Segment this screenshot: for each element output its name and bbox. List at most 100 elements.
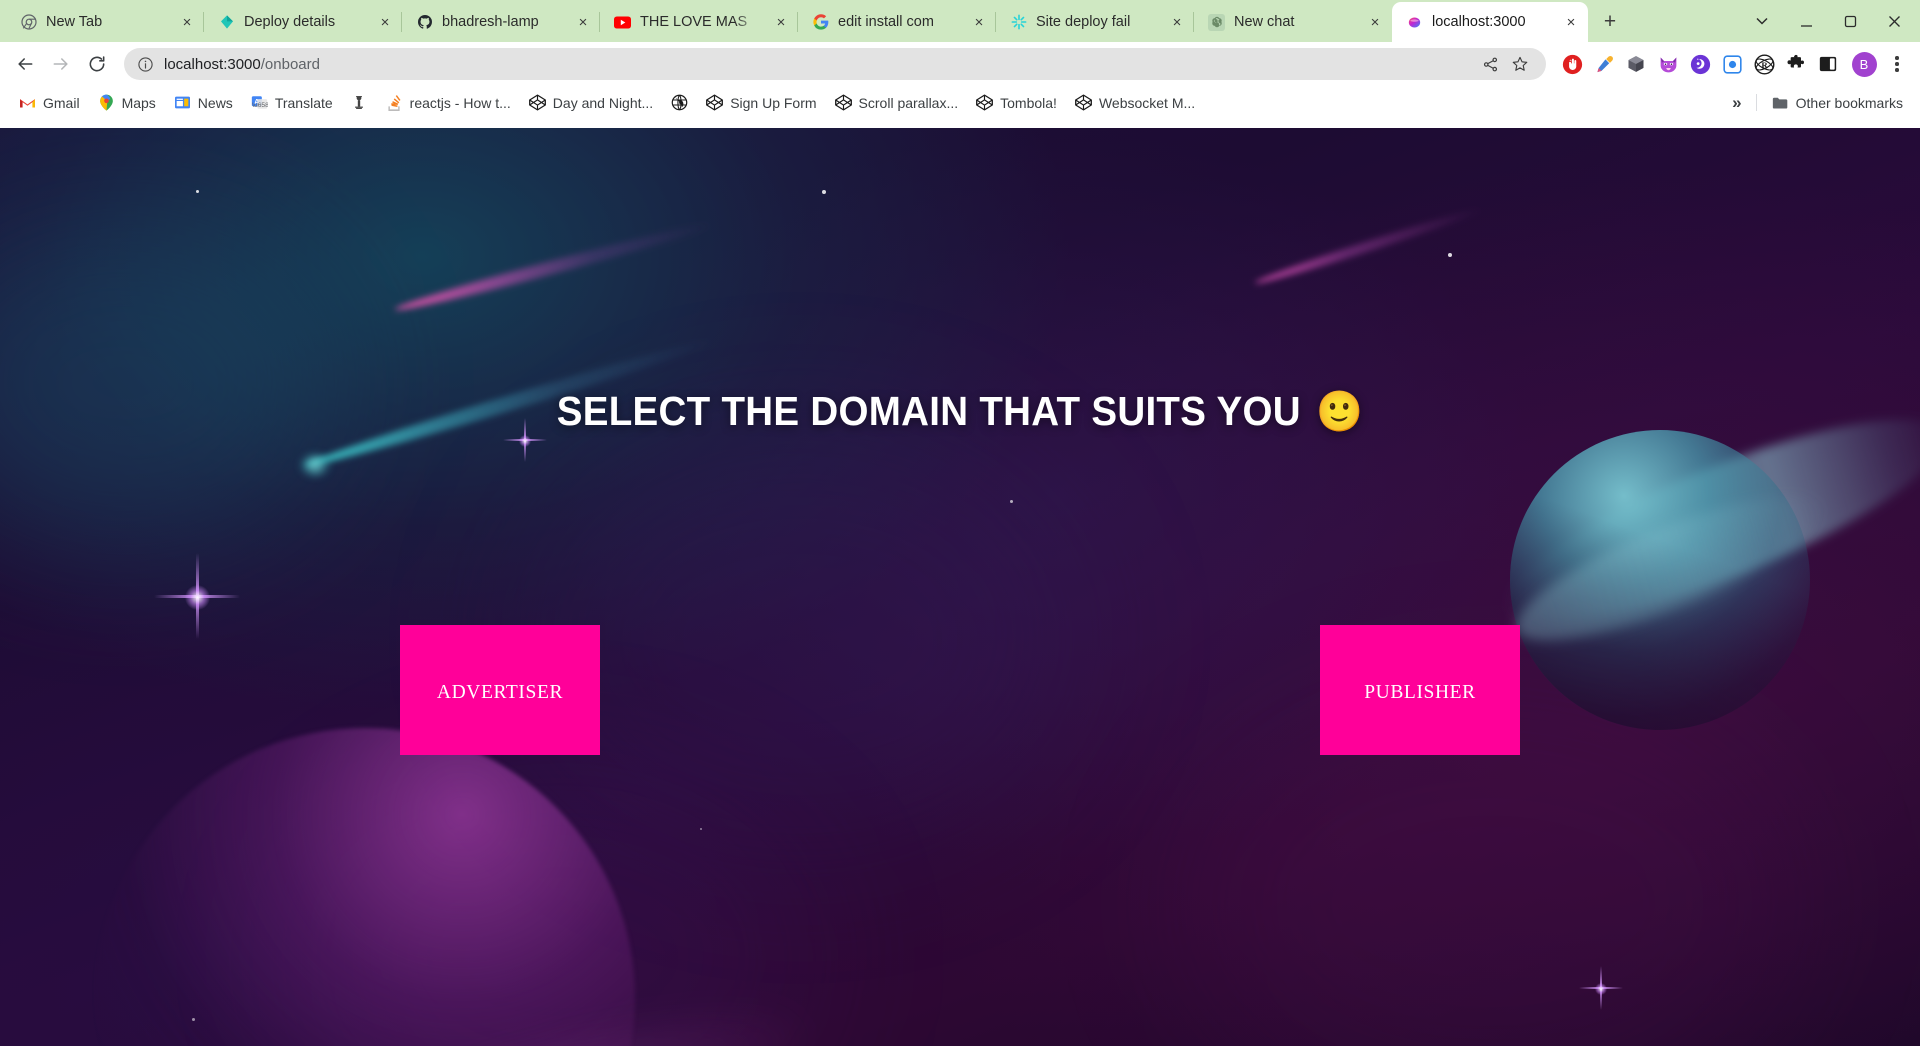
bookmark-scroll-parallax[interactable]: Scroll parallax... xyxy=(826,90,968,115)
gmail-icon xyxy=(19,94,36,111)
page-title: Select the domain that suits you 🙂 xyxy=(557,388,1363,435)
url-host: localhost:3000 xyxy=(164,55,261,73)
record-icon[interactable] xyxy=(1716,48,1748,80)
publisher-button[interactable]: PUBLISHER xyxy=(1320,625,1520,755)
codepen-icon xyxy=(706,94,724,111)
share-icon[interactable] xyxy=(1478,52,1502,76)
github-icon xyxy=(416,14,433,31)
tab-title: Site deploy fail xyxy=(1036,14,1131,30)
tab-site-deploy-fail[interactable]: Site deploy fail × xyxy=(996,2,1194,42)
bookmark-label: Websocket M... xyxy=(1098,94,1196,111)
bookmark-news[interactable]: News xyxy=(165,90,242,115)
bookmark-sign-up-form[interactable]: Sign Up Form xyxy=(697,90,825,115)
tab-localhost-3000[interactable]: localhost:3000 × xyxy=(1392,2,1588,42)
forward-arrow-icon[interactable] xyxy=(44,47,78,81)
eyedropper-icon[interactable] xyxy=(1588,48,1620,80)
svg-text:R: R xyxy=(1761,60,1768,70)
avatar: B xyxy=(1851,51,1877,77)
bookmarks-overflow-button[interactable]: » xyxy=(1724,89,1749,117)
tab-search-icon[interactable] xyxy=(1740,4,1784,38)
bookmark-translate[interactable]: A\u6587 Translate xyxy=(242,90,342,115)
chrome-menu-icon[interactable] xyxy=(1882,48,1912,80)
domain-choices: ADVERTISER PUBLISHER xyxy=(400,625,1520,755)
react-icon[interactable]: R xyxy=(1748,48,1780,80)
translate-icon: A\u6587 xyxy=(251,94,268,111)
window-close-button[interactable] xyxy=(1872,4,1916,38)
bookmark-reactjs[interactable]: reactjs - How t... xyxy=(377,90,520,115)
star-icon[interactable] xyxy=(1508,52,1532,76)
reload-icon[interactable] xyxy=(80,47,114,81)
tab-new-chat[interactable]: New chat × xyxy=(1194,2,1392,42)
codepen-icon xyxy=(834,94,852,111)
extension-icons: R xyxy=(1556,48,1844,80)
window-maximize-button[interactable] xyxy=(1828,4,1872,38)
bookmarks-bar: Gmail Maps News A\u6587 Translate xyxy=(0,86,1920,120)
svg-text:\u6587: \u6587 xyxy=(252,102,268,109)
tab-title: localhost:3000 xyxy=(1432,14,1526,30)
bookmark-label: Gmail xyxy=(43,94,80,111)
three-dots xyxy=(1895,56,1899,72)
sidepanel-icon[interactable] xyxy=(1812,48,1844,80)
browser-toolbar: localhost:3000/onboard R B xyxy=(0,42,1920,86)
bookmark-emblem[interactable] xyxy=(342,90,377,115)
sparkle-icon xyxy=(1010,14,1027,31)
profile-button[interactable]: B xyxy=(1848,48,1880,80)
bookmark-label: Sign Up Form xyxy=(730,94,817,111)
tab-close-button[interactable]: × xyxy=(968,11,990,33)
tab-title: New Tab xyxy=(46,14,103,30)
onboard-content: Select the domain that suits you 🙂 ADVER… xyxy=(0,128,1920,1046)
openai-icon xyxy=(1208,13,1225,31)
news-icon xyxy=(174,94,191,111)
bookmark-label: Scroll parallax... xyxy=(858,94,959,111)
ghost-icon[interactable] xyxy=(1684,48,1716,80)
tab-the-love-mas[interactable]: THE LOVE MAS × xyxy=(600,2,798,42)
cube-icon[interactable] xyxy=(1620,48,1652,80)
advertiser-button[interactable]: ADVERTISER xyxy=(400,625,600,755)
bookmark-gmail[interactable]: Gmail xyxy=(10,90,89,115)
fox-icon[interactable] xyxy=(1652,48,1684,80)
tab-close-button[interactable]: × xyxy=(1560,11,1582,33)
tab-deploy-details[interactable]: Deploy details × xyxy=(204,2,402,42)
tab-close-button[interactable]: × xyxy=(1166,11,1188,33)
tab-title: bhadresh-lamp xyxy=(442,14,539,30)
codepen-icon xyxy=(1075,94,1092,111)
puzzle-icon[interactable] xyxy=(1780,48,1812,80)
other-bookmarks-folder[interactable]: Other bookmarks xyxy=(1763,90,1912,115)
address-bar[interactable]: localhost:3000/onboard xyxy=(124,48,1546,80)
codepen-icon xyxy=(976,94,994,111)
tab-title: edit install com xyxy=(838,14,934,30)
google-icon xyxy=(812,14,829,31)
bookmark-label: reactjs - How t... xyxy=(409,94,511,111)
tab-edit-install-com[interactable]: edit install com × xyxy=(798,2,996,42)
bookmark-globe[interactable] xyxy=(662,90,697,115)
tab-close-button[interactable]: × xyxy=(770,11,792,33)
tab-close-button[interactable]: × xyxy=(1364,11,1386,33)
tab-bhadresh-lamp[interactable]: bhadresh-lamp × xyxy=(402,2,600,42)
tab-title: THE LOVE MAS xyxy=(640,14,748,30)
bookmark-label: Tombola! xyxy=(1000,94,1057,111)
tab-new-tab[interactable]: New Tab × xyxy=(6,2,204,42)
globe-icon xyxy=(671,94,688,111)
url-text: localhost:3000/onboard xyxy=(164,56,1470,73)
tab-close-button[interactable]: × xyxy=(176,11,198,33)
maps-icon xyxy=(98,94,115,111)
tab-close-button[interactable]: × xyxy=(374,11,396,33)
netlify-icon xyxy=(218,14,235,31)
bookmark-maps[interactable]: Maps xyxy=(89,90,165,115)
window-minimize-button[interactable] xyxy=(1784,4,1828,38)
back-arrow-icon[interactable] xyxy=(8,47,42,81)
tab-title: New chat xyxy=(1234,14,1295,30)
youtube-icon xyxy=(614,14,631,31)
bookmark-websocket[interactable]: Websocket M... xyxy=(1066,90,1204,115)
bookmark-label: Day and Night... xyxy=(552,94,654,111)
emblem-icon xyxy=(351,94,368,111)
bookmarks-divider xyxy=(1755,94,1757,111)
adblock-icon[interactable] xyxy=(1556,48,1588,80)
bookmark-tombola[interactable]: Tombola! xyxy=(967,90,1066,115)
url-path: /onboard xyxy=(260,55,320,73)
stackoverflow-icon xyxy=(386,94,403,111)
bookmark-day-and-night[interactable]: Day and Night... xyxy=(520,90,662,115)
new-tab-button[interactable]: + xyxy=(1594,6,1626,38)
tab-close-button[interactable]: × xyxy=(572,11,594,33)
info-icon[interactable] xyxy=(136,55,155,74)
